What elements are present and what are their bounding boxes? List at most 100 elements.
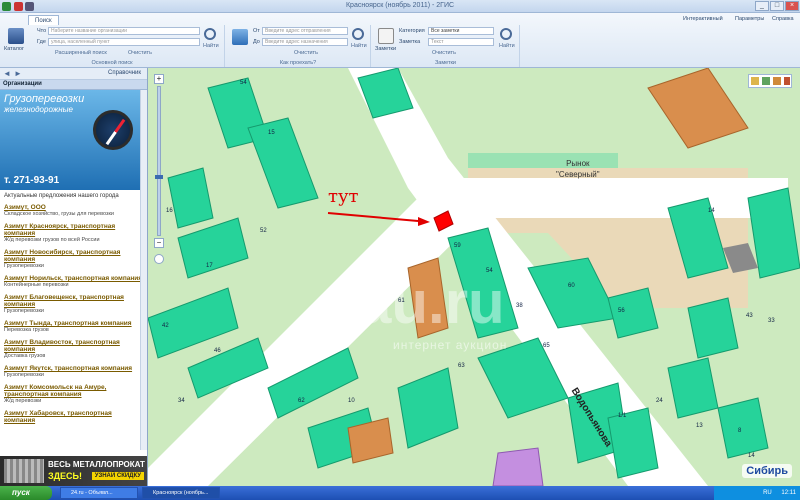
org-list-item[interactable]: Азимут Хабаровск, транспортная компания [0, 408, 147, 427]
zoom-in-button[interactable]: + [154, 74, 164, 84]
org-name[interactable]: Азимут Новосибирск, транспортная компани… [4, 249, 143, 263]
lang-indicator[interactable]: RU [763, 490, 772, 496]
basic-clear-button[interactable]: Очистить [128, 50, 152, 56]
close-button[interactable]: × [785, 1, 799, 11]
org-list-item[interactable]: Азимут Якутск, транспортная компания Груз… [0, 363, 147, 382]
notes-search-icon[interactable] [500, 28, 512, 40]
back-arrow-icon[interactable]: ◄ [3, 69, 11, 78]
export-icon[interactable] [784, 77, 790, 85]
map-layer-tools[interactable] [748, 74, 792, 88]
notes-clear-button[interactable]: Очистить [432, 50, 456, 56]
print-map-icon[interactable] [773, 77, 781, 85]
watermark-sub: интернет аукцион [393, 338, 508, 352]
org-name[interactable]: Азимут, ООО [4, 204, 143, 211]
notes-category-select[interactable]: Все заметки [428, 27, 494, 35]
org-name[interactable]: Азимут Норильск, транспортная компания [4, 275, 143, 282]
taskbar-item-browser[interactable]: 24.ru - Объявл... [60, 487, 138, 499]
route-search-icon[interactable] [352, 28, 364, 40]
org-desc: Грузоперевозки [4, 308, 44, 314]
banner-line1: ВЕСЬ МЕТАЛЛОПРОКАТ [48, 460, 145, 469]
market-label: Рынок "Северный" [556, 158, 600, 180]
zoom-slider[interactable] [155, 86, 163, 236]
org-list-item[interactable]: Азимут Норильск, транспортная компания Ко… [0, 273, 147, 292]
house-number: 60 [568, 283, 575, 289]
link-help[interactable]: Справка [772, 16, 794, 22]
ribbon: Поиск Интерактивный Параметры Справка Ка… [0, 13, 800, 68]
notes-category-label: Категория [399, 28, 425, 34]
org-list-item[interactable]: Азимут Благовещенск, транспортная компан… [0, 292, 147, 318]
house-number: 24 [656, 398, 663, 404]
forward-arrow-icon[interactable]: ► [14, 69, 22, 78]
zoom-out-button[interactable]: − [154, 238, 164, 248]
group-basic-search: Каталог Что Наберите название организаци… [0, 25, 225, 67]
link-interactive[interactable]: Интерактивный [683, 16, 723, 22]
search-icon[interactable] [204, 28, 216, 40]
org-name[interactable]: Азимут Красноярск, транспортная компания [4, 223, 143, 237]
to-input[interactable]: Введите адрес назначения [262, 38, 348, 46]
minimize-button[interactable]: _ [755, 1, 769, 11]
route-find-button[interactable]: Найти [351, 43, 367, 49]
taskbar-item-2gis[interactable]: Красноярск (ноябрь... [142, 487, 220, 499]
notes-text-label: Заметка [399, 39, 421, 45]
house-number: 63 [458, 363, 465, 369]
what-label: Что [37, 28, 47, 34]
map-view[interactable]: тут Рынок "Северный" Водопьянова au.ru и… [148, 68, 800, 486]
window-title: Красноярск (ноябрь 2011) - 2ГИС [345, 2, 455, 9]
org-list-item[interactable]: Азимут Тында, транспортная компания Перев… [0, 318, 147, 337]
what-input[interactable]: Наберите название организации [48, 27, 200, 35]
org-name[interactable]: Азимут Благовещенск, транспортная компан… [4, 294, 143, 308]
notes-icon-label[interactable]: Заметки [375, 46, 396, 52]
link-settings[interactable]: Параметры [735, 16, 764, 22]
where-input[interactable]: улица, населенный пункт [48, 38, 200, 46]
tab-search[interactable]: Поиск [28, 15, 59, 25]
banner-line2: ЗДЕСЬ! [48, 471, 83, 481]
layers-icon[interactable] [762, 77, 770, 85]
notes-icon[interactable] [378, 28, 394, 44]
catalog-label[interactable]: Каталог [4, 46, 24, 52]
maximize-button[interactable]: □ [770, 1, 784, 11]
org-list-item[interactable]: Азимут Комсомольск на Амуре, транспортна… [0, 382, 147, 408]
panel-nav-dropdown[interactable]: Справочник [108, 70, 141, 76]
org-name[interactable]: Азимут Владивосток, транспортная компани… [4, 339, 143, 353]
org-list-item[interactable]: Азимут Владивосток, транспортная компани… [0, 337, 147, 363]
house-number: 52 [260, 228, 267, 234]
market-line2: "Северный" [556, 170, 600, 179]
route-clear-button[interactable]: Очистить [294, 50, 318, 56]
purple-building [492, 447, 544, 486]
notes-find-button[interactable]: Найти [499, 43, 515, 49]
banner-button[interactable]: УЗНАЙ СКИДКУ [91, 472, 144, 480]
notes-text-input[interactable]: Текст [428, 38, 494, 46]
house-number: 42 [162, 323, 169, 329]
ad-block[interactable]: Грузоперевозки железнодорожные т. 271-93… [0, 90, 147, 190]
left-panel: ◄ ► Справочник Организации Грузоперевозк… [0, 68, 148, 486]
org-name[interactable]: Азимут Якутск, транспортная компания [4, 365, 143, 372]
find-button[interactable]: Найти [203, 43, 219, 49]
zoom-handle[interactable] [155, 175, 163, 179]
title-bar: Красноярск (ноябрь 2011) - 2ГИС _ □ × [0, 0, 800, 13]
org-list-item[interactable]: Азимут Новосибирск, транспортная компани… [0, 247, 147, 273]
clock: 12:11 [781, 490, 796, 496]
start-button[interactable]: пуск [0, 486, 52, 500]
route-icon[interactable] [232, 29, 248, 45]
org-name[interactable]: Азимут Хабаровск, транспортная компания [4, 410, 143, 424]
org-list-item[interactable]: Азимут Красноярск, транспортная компания… [0, 221, 147, 247]
magnifier-icon[interactable] [154, 254, 164, 264]
ruler-icon[interactable] [751, 77, 759, 85]
zoom-control[interactable]: + − [154, 74, 164, 264]
catalog-icon[interactable] [8, 28, 24, 44]
advanced-search-button[interactable]: Расширенный поиск [55, 50, 107, 56]
house-number: 65 [543, 343, 550, 349]
from-input[interactable]: Введите адрес отправления [262, 27, 348, 35]
to-label: До [253, 39, 260, 45]
org-name[interactable]: Азимут Комсомольск на Амуре, транспортна… [4, 384, 143, 398]
org-desc: Ж/д перевозки [4, 398, 42, 404]
org-name[interactable]: Азимут Тында, транспортная компания [4, 320, 143, 327]
house-number: 16 [166, 208, 173, 214]
from-label: От [253, 28, 260, 34]
org-list-item[interactable]: Азимут, ООО Складское хозяйство, грузы дл… [0, 202, 147, 221]
metal-banner[interactable]: ВЕСЬ МЕТАЛЛОПРОКАТ ЗДЕСЬ! УЗНАЙ СКИДКУ [0, 456, 147, 486]
house-number: 56 [618, 308, 625, 314]
house-number: 61 [398, 298, 405, 304]
panel-scrollbar[interactable] [140, 90, 147, 450]
org-list: Азимут, ООО Складское хозяйство, грузы дл… [0, 202, 147, 427]
